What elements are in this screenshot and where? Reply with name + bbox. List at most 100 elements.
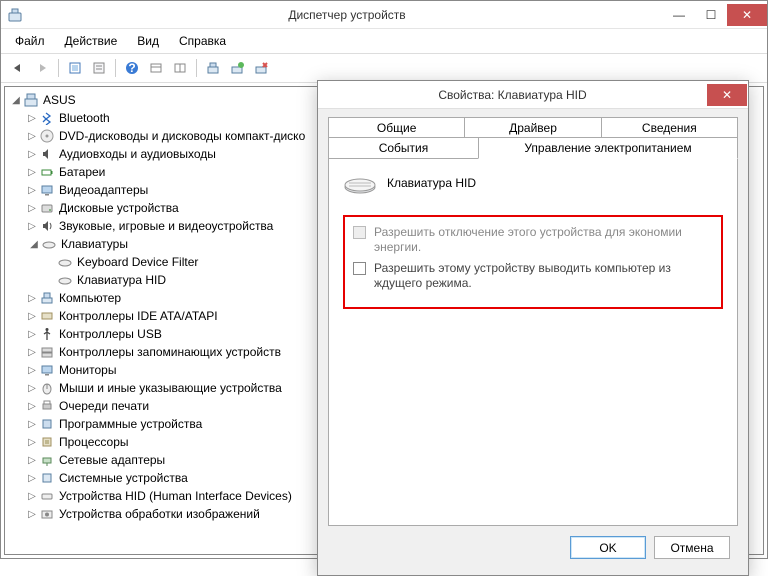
tree-item-label: Контроллеры USB bbox=[59, 327, 162, 341]
expand-icon[interactable]: ▷ bbox=[25, 203, 39, 214]
tree-item-label: Устройства обработки изображений bbox=[59, 507, 260, 521]
keyboard-icon bbox=[343, 173, 375, 193]
tabstrip: Общие Драйвер Сведения События Управлени… bbox=[328, 117, 738, 526]
tab-panel-power: Клавиатура HID Разрешить отключение этог… bbox=[328, 159, 738, 526]
tree-item-label: Процессоры bbox=[59, 435, 129, 449]
ide-icon bbox=[39, 308, 55, 324]
tree-item-label: Мониторы bbox=[59, 363, 116, 377]
tree-item-label: Видеоадаптеры bbox=[59, 183, 148, 197]
tab-general[interactable]: Общие bbox=[328, 117, 465, 138]
maximize-button[interactable]: ☐ bbox=[695, 4, 727, 26]
expand-icon[interactable]: ▷ bbox=[25, 347, 39, 358]
highlighted-options: Разрешить отключение этого устройства дл… bbox=[343, 215, 723, 309]
tree-item-label: Дисковые устройства bbox=[59, 201, 179, 215]
expand-icon[interactable]: ▷ bbox=[25, 149, 39, 160]
tree-item-label: Батареи bbox=[59, 165, 105, 179]
dialog-titlebar[interactable]: Свойства: Клавиатура HID ✕ bbox=[318, 81, 748, 109]
expand-icon[interactable]: ▷ bbox=[25, 383, 39, 394]
menu-help[interactable]: Справка bbox=[169, 31, 236, 51]
expand-icon[interactable]: ▷ bbox=[25, 419, 39, 430]
checkbox-row-allow-turnoff: Разрешить отключение этого устройства дл… bbox=[353, 225, 713, 255]
tree-item-label: Аудиовходы и аудиовыходы bbox=[59, 147, 216, 161]
menu-view[interactable]: Вид bbox=[127, 31, 169, 51]
audio-icon bbox=[39, 146, 55, 162]
sound-icon bbox=[39, 218, 55, 234]
expand-icon[interactable]: ▷ bbox=[25, 311, 39, 322]
cancel-button[interactable]: Отмена bbox=[654, 536, 730, 559]
collapse-icon[interactable]: ◢ bbox=[9, 95, 23, 106]
checkbox-allow-wake-label: Разрешить этому устройству выводить комп… bbox=[374, 261, 713, 291]
toolbar-separator bbox=[58, 59, 59, 77]
toolbar-update-button[interactable] bbox=[226, 57, 248, 79]
minimize-button[interactable]: — bbox=[663, 4, 695, 26]
tab-details[interactable]: Сведения bbox=[602, 117, 738, 138]
pc-icon bbox=[39, 290, 55, 306]
tab-events[interactable]: События bbox=[328, 137, 478, 159]
tree-root-label: ASUS bbox=[43, 93, 76, 107]
tree-item-label: Звуковые, игровые и видеоустройства bbox=[59, 219, 273, 233]
tree-item-label: Контроллеры IDE ATA/ATAPI bbox=[59, 309, 218, 323]
expand-icon[interactable]: ▷ bbox=[25, 455, 39, 466]
toolbar-details-button[interactable] bbox=[169, 57, 191, 79]
expand-icon[interactable]: ▷ bbox=[25, 401, 39, 412]
expand-icon[interactable]: ▷ bbox=[25, 221, 39, 232]
expand-icon[interactable]: ▷ bbox=[25, 293, 39, 304]
checkbox-allow-wake[interactable] bbox=[353, 262, 366, 275]
software-icon bbox=[39, 416, 55, 432]
hdd-icon bbox=[39, 200, 55, 216]
tree-item-label: Keyboard Device Filter bbox=[77, 255, 198, 269]
close-button[interactable]: ✕ bbox=[727, 4, 767, 26]
hid-icon bbox=[39, 488, 55, 504]
checkbox-allow-turnoff bbox=[353, 226, 366, 239]
storage-icon bbox=[39, 344, 55, 360]
collapse-icon[interactable]: ◢ bbox=[27, 239, 41, 250]
tab-row-bottom: События Управление электропитанием bbox=[328, 137, 738, 159]
toolbar-separator bbox=[115, 59, 116, 77]
expand-icon[interactable]: ▷ bbox=[25, 185, 39, 196]
device-header: Клавиатура HID bbox=[343, 173, 723, 193]
expand-icon[interactable]: ▷ bbox=[25, 491, 39, 502]
expand-icon[interactable]: ▷ bbox=[25, 113, 39, 124]
toolbar-help-button[interactable]: ? bbox=[121, 57, 143, 79]
expand-icon[interactable]: ▷ bbox=[25, 365, 39, 376]
dialog-close-button[interactable]: ✕ bbox=[707, 84, 747, 106]
dialog-title: Свойства: Клавиатура HID bbox=[318, 88, 707, 102]
toolbar-show-hidden-button[interactable] bbox=[64, 57, 86, 79]
computer-icon bbox=[23, 92, 39, 108]
tree-item-label: Программные устройства bbox=[59, 417, 202, 431]
device-manager-window: Диспетчер устройств — ☐ ✕ Файл Действие … bbox=[0, 0, 768, 559]
expand-icon[interactable]: ▷ bbox=[25, 473, 39, 484]
dialog-body: Общие Драйвер Сведения События Управлени… bbox=[318, 109, 748, 575]
tree-item-label: Устройства HID (Human Interface Devices) bbox=[59, 489, 292, 503]
toolbar-view-button[interactable] bbox=[145, 57, 167, 79]
menu-action[interactable]: Действие bbox=[55, 31, 128, 51]
cpu-icon bbox=[39, 434, 55, 450]
expand-icon[interactable]: ▷ bbox=[25, 131, 39, 142]
window-controls: — ☐ ✕ bbox=[663, 4, 767, 26]
expand-icon[interactable]: ▷ bbox=[25, 437, 39, 448]
tab-driver[interactable]: Драйвер bbox=[465, 117, 601, 138]
toolbar-separator bbox=[196, 59, 197, 77]
menu-file[interactable]: Файл bbox=[5, 31, 55, 51]
usb-icon bbox=[39, 326, 55, 342]
ok-button[interactable]: OK bbox=[570, 536, 646, 559]
dialog-buttons: OK Отмена bbox=[328, 526, 738, 569]
toolbar-scan-button[interactable] bbox=[202, 57, 224, 79]
menubar: Файл Действие Вид Справка bbox=[1, 29, 767, 54]
toolbar: ? bbox=[1, 54, 767, 83]
toolbar-uninstall-button[interactable] bbox=[250, 57, 272, 79]
expand-icon[interactable]: ▷ bbox=[25, 509, 39, 520]
toolbar-properties-button[interactable] bbox=[88, 57, 110, 79]
toolbar-forward-button[interactable] bbox=[31, 57, 53, 79]
chip-icon bbox=[39, 470, 55, 486]
tree-item-label: Контроллеры запоминающих устройств bbox=[59, 345, 281, 359]
tab-power-management[interactable]: Управление электропитанием bbox=[478, 137, 738, 159]
bluetooth-icon bbox=[39, 110, 55, 126]
expand-icon[interactable]: ▷ bbox=[25, 167, 39, 178]
toolbar-back-button[interactable] bbox=[7, 57, 29, 79]
network-icon bbox=[39, 452, 55, 468]
tree-item-label: Очереди печати bbox=[59, 399, 149, 413]
mouse-icon bbox=[39, 380, 55, 396]
expand-icon[interactable]: ▷ bbox=[25, 329, 39, 340]
tree-item-label: Сетевые адаптеры bbox=[59, 453, 165, 467]
